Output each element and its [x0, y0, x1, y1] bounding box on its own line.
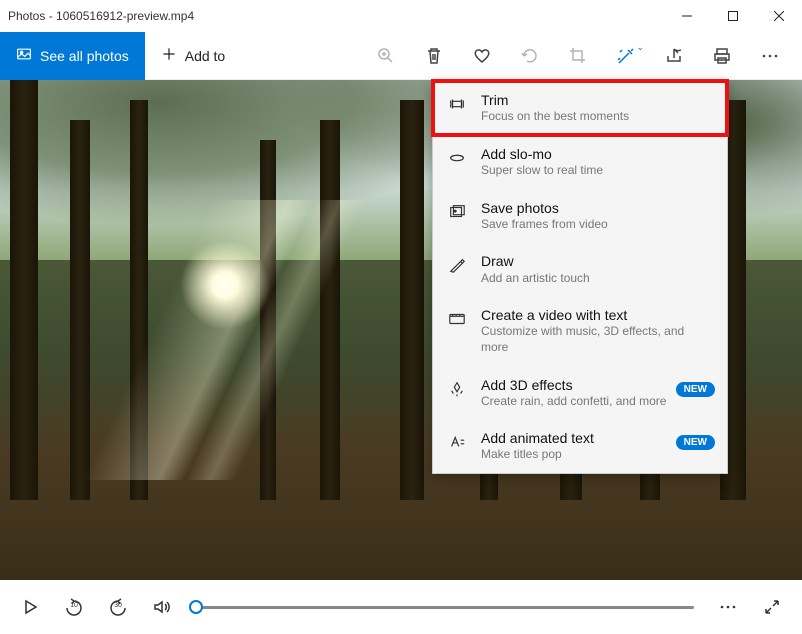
seek-thumb[interactable]	[189, 600, 203, 614]
menu-item-sub: Create rain, add confetti, and more	[481, 394, 713, 410]
see-all-photos-button[interactable]: See all photos	[0, 32, 145, 80]
more-button[interactable]	[746, 32, 794, 80]
chevron-down-icon: ⌄	[636, 42, 644, 53]
animated-text-icon	[447, 432, 467, 452]
volume-button[interactable]	[144, 589, 180, 625]
playback-controls: 10 30	[0, 580, 802, 634]
menu-item-video-text[interactable]: Create a video with textCustomize with m…	[433, 296, 727, 365]
rotate-button[interactable]	[506, 32, 554, 80]
menu-item-title: Trim	[481, 91, 713, 109]
menu-item-sub: Add an artistic touch	[481, 271, 713, 287]
menu-item-title: Create a video with text	[481, 306, 713, 324]
window-controls	[664, 0, 802, 32]
menu-item-sub: Focus on the best moments	[481, 109, 713, 125]
favorite-button[interactable]	[458, 32, 506, 80]
delete-button[interactable]	[410, 32, 458, 80]
see-all-label: See all photos	[40, 48, 129, 64]
crop-button[interactable]	[554, 32, 602, 80]
effects-icon	[447, 379, 467, 399]
skip-forward-button[interactable]: 30	[100, 589, 136, 625]
menu-item-sub: Super slow to real time	[481, 163, 713, 179]
new-badge: NEW	[676, 382, 715, 397]
play-button[interactable]	[12, 589, 48, 625]
menu-item-animated-text[interactable]: Add animated textMake titles pop NEW	[433, 419, 727, 473]
menu-item-sub: Save frames from video	[481, 217, 713, 233]
plus-icon	[161, 46, 177, 65]
close-button[interactable]	[756, 0, 802, 32]
skip-fwd-label: 30	[100, 602, 136, 609]
skip-back-label: 10	[56, 602, 92, 609]
new-badge: NEW	[676, 435, 715, 450]
add-to-label: Add to	[185, 48, 225, 64]
slomo-icon	[447, 148, 467, 168]
maximize-button[interactable]	[710, 0, 756, 32]
video-text-icon	[447, 309, 467, 329]
draw-icon	[447, 255, 467, 275]
zoom-button[interactable]	[362, 32, 410, 80]
menu-item-save-photos[interactable]: Save photosSave frames from video	[433, 189, 727, 243]
photos-icon	[16, 46, 32, 65]
menu-item-title: Save photos	[481, 199, 713, 217]
add-to-button[interactable]: Add to	[145, 32, 241, 80]
toolbar-icons: ⌄	[362, 32, 802, 80]
menu-item-title: Draw	[481, 252, 713, 270]
skip-back-button[interactable]: 10	[56, 589, 92, 625]
menu-item-3d-effects[interactable]: Add 3D effectsCreate rain, add confetti,…	[433, 366, 727, 420]
share-button[interactable]	[650, 32, 698, 80]
toolbar: See all photos Add to ⌄	[0, 32, 802, 80]
menu-item-title: Add slo-mo	[481, 145, 713, 163]
menu-item-slomo[interactable]: Add slo-moSuper slow to real time	[433, 135, 727, 189]
menu-item-sub: Make titles pop	[481, 447, 713, 463]
fullscreen-button[interactable]	[754, 589, 790, 625]
trim-icon	[447, 94, 467, 114]
edit-create-menu: TrimFocus on the best moments Add slo-mo…	[432, 80, 728, 474]
menu-item-trim[interactable]: TrimFocus on the best moments	[433, 81, 727, 135]
save-photos-icon	[447, 202, 467, 222]
more-playback-button[interactable]	[710, 589, 746, 625]
titlebar: Photos - 1060516912-preview.mp4	[0, 0, 802, 32]
seek-slider[interactable]	[188, 606, 702, 609]
menu-item-draw[interactable]: DrawAdd an artistic touch	[433, 242, 727, 296]
print-button[interactable]	[698, 32, 746, 80]
minimize-button[interactable]	[664, 0, 710, 32]
menu-item-sub: Customize with music, 3D effects, and mo…	[481, 324, 713, 355]
window-title: Photos - 1060516912-preview.mp4	[8, 9, 664, 23]
edit-create-button[interactable]: ⌄	[602, 32, 650, 80]
